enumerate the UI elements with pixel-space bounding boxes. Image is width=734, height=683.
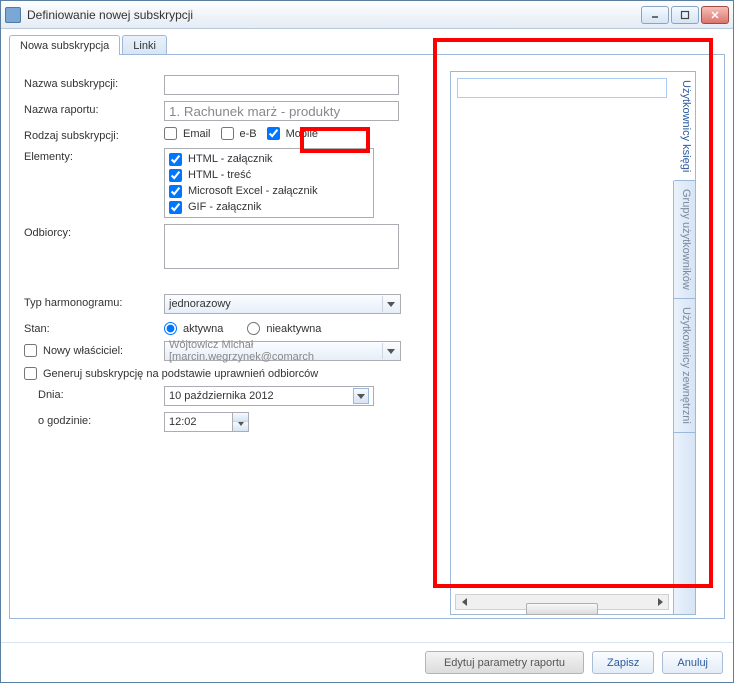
highlight-right-panel [433,38,713,588]
calendar-dropdown-icon[interactable] [353,388,369,404]
schedule-combo[interactable]: jednorazowy [164,294,401,314]
elements-listbox[interactable]: HTML - załącznik HTML - treść Microsoft … [164,148,374,218]
type-mobile-checkbox[interactable] [267,127,280,140]
name-input[interactable] [164,75,399,95]
tab-links[interactable]: Linki [122,35,167,55]
maximize-button[interactable] [671,6,699,24]
name-label: Nazwa subskrypcji: [24,75,164,90]
tab-new-subscription[interactable]: Nowa subskrypcja [9,35,120,55]
close-button[interactable] [701,6,729,24]
type-eb[interactable]: e-B [221,127,257,140]
genperm-check[interactable]: Generuj subskrypcję na podstawie uprawni… [24,367,318,380]
element-item[interactable]: Microsoft Excel - załącznik [169,183,369,199]
spin-down[interactable] [233,422,248,431]
type-email-checkbox[interactable] [164,127,177,140]
window-title: Definiowanie nowej subskrypcji [27,8,641,22]
state-label: Stan: [24,320,164,335]
chevron-down-icon [382,343,398,359]
newowner-combo[interactable]: Wójtowicz Michał [marcin.wegrzynek@comar… [164,341,401,361]
date-picker[interactable]: 10 października 2012 [164,386,374,406]
time-value: 12:02 [165,416,232,428]
state-inactive[interactable]: nieaktywna [247,322,321,335]
type-eb-label: e-B [240,128,257,140]
highlight-mobile [300,127,370,153]
recipients-label: Odbiorcy: [24,224,164,239]
window: Definiowanie nowej subskrypcji Nowa subs… [0,0,734,683]
scroll-right-icon[interactable] [652,595,668,609]
date-value: 10 października 2012 [169,390,274,402]
recipients-input[interactable] [164,224,399,269]
horizontal-scrollbar[interactable] [455,594,669,610]
footer: Edytuj parametry raportu Zapisz Anuluj [1,642,733,682]
scroll-left-icon[interactable] [456,595,472,609]
chevron-down-icon [382,296,398,312]
type-label: Rodzaj subskrypcji: [24,127,164,142]
time-label: o godzinie: [24,412,164,427]
element-item[interactable]: HTML - treść [169,167,369,183]
element-item[interactable]: GIF - załącznik [169,199,369,215]
elements-label: Elementy: [24,148,164,163]
date-label: Dnia: [24,386,164,401]
schedule-label: Typ harmonogramu: [24,294,164,309]
element-item[interactable]: HTML - załącznik [169,151,369,167]
type-email[interactable]: Email [164,127,211,140]
report-label: Nazwa raportu: [24,101,164,116]
save-button[interactable]: Zapisz [592,651,654,674]
newowner-value: Wójtowicz Michał [marcin.wegrzynek@comar… [169,339,396,363]
edit-report-params-button[interactable]: Edytuj parametry raportu [425,651,584,674]
titlebar: Definiowanie nowej subskrypcji [1,1,733,29]
client-area: Nowa subskrypcja Linki Nazwa subskrypcji… [1,29,733,642]
state-active[interactable]: aktywna [164,322,223,335]
schedule-value: jednorazowy [169,298,231,310]
report-input [164,101,399,121]
cancel-button[interactable]: Anuluj [662,651,723,674]
newowner-check[interactable]: Nowy właściciel: [24,344,164,357]
minimize-button[interactable] [641,6,669,24]
type-email-label: Email [183,128,211,140]
time-spinner[interactable]: 12:02 [164,412,249,432]
scroll-thumb[interactable] [526,603,598,615]
app-icon [5,7,21,23]
type-eb-checkbox[interactable] [221,127,234,140]
spin-up[interactable] [233,413,248,422]
